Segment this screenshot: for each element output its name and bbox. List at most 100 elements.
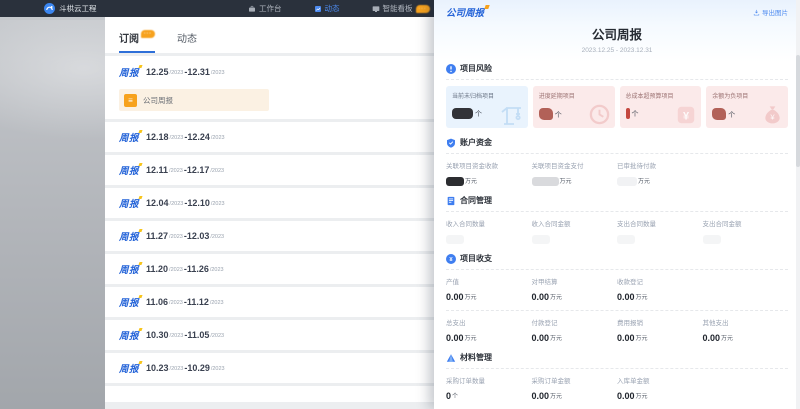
report-doc-icon: ≡ bbox=[124, 94, 137, 107]
company-report-entry[interactable]: ≡ 公司周报 bbox=[119, 89, 269, 111]
export-icon bbox=[753, 9, 760, 16]
section-project-risk: 项目风险 当前未归档项目 个 进度延期项目 个 总成本超预算项目 个 ¥ 余额为… bbox=[446, 63, 788, 128]
stat: 关联项目资金支付 万元 bbox=[532, 160, 618, 186]
redacted-value bbox=[712, 108, 726, 120]
section-material-management: 材料管理 采购订单数量 0个 采购订单金额 0.00万元 入库单金额 0.00万… bbox=[446, 352, 788, 401]
list-item[interactable]: 周报 12.04/2023 - 12.10/2023 bbox=[105, 188, 434, 218]
divider bbox=[446, 310, 788, 311]
nav-smartboard-label: 智能看板 bbox=[383, 3, 413, 14]
feed-tabs: 订阅 ··· 动态 bbox=[105, 17, 434, 53]
stat: 付款登记 0.00万元 bbox=[532, 317, 618, 343]
export-image-label: 导出图片 bbox=[762, 7, 788, 17]
risk-card-delayed: 进度延期项目 个 bbox=[533, 86, 615, 128]
weekly-tag: 周报 bbox=[119, 295, 139, 309]
weekly-tag: 周报 bbox=[119, 163, 139, 177]
company-weekly-report-panel: 公司周报 导出图片 公司周报 2023.12.25 - 2023.12.31 项… bbox=[434, 0, 800, 409]
section-title: 账户资金 bbox=[460, 137, 492, 148]
divider bbox=[446, 269, 788, 270]
nav-smartboard-badge: ··· bbox=[416, 5, 430, 13]
stat: 支出合同数量 bbox=[617, 218, 703, 244]
stat: 采购订单数量 0个 bbox=[446, 375, 532, 401]
redacted-value bbox=[703, 235, 721, 244]
briefcase-icon bbox=[248, 5, 256, 13]
scrollbar-track[interactable] bbox=[796, 0, 800, 409]
income-coin-icon: ¥ bbox=[446, 254, 456, 264]
tab-subscribe-badge: ··· bbox=[141, 30, 155, 38]
report-title: 公司周报 bbox=[434, 24, 800, 43]
weekly-tag: 周报 bbox=[119, 130, 139, 144]
redacted-value bbox=[452, 108, 473, 119]
redacted-value bbox=[446, 177, 464, 186]
date-range: 11.06/2023 - 11.12/2023 bbox=[146, 297, 225, 307]
scrollbar-thumb[interactable] bbox=[796, 55, 800, 167]
crane-icon bbox=[500, 102, 524, 126]
material-pyramid-icon bbox=[446, 353, 456, 363]
weekly-tag: 周报 bbox=[119, 361, 139, 375]
stat: 费用报销 0.00万元 bbox=[617, 317, 703, 343]
redacted-value bbox=[539, 108, 553, 120]
export-image-button[interactable]: 导出图片 bbox=[753, 7, 788, 17]
section-title: 项目收支 bbox=[460, 253, 492, 264]
stat: 收入合同金额 bbox=[532, 218, 618, 244]
stat: 其他支出 0.00万元 bbox=[703, 317, 789, 343]
shield-icon bbox=[446, 138, 456, 148]
brand: 斗栱云工程 bbox=[44, 3, 97, 14]
stat: 已审批待付款 万元 bbox=[617, 160, 703, 186]
section-title: 项目风险 bbox=[460, 63, 492, 74]
stat: 关联项目资金收款 万元 bbox=[446, 160, 532, 186]
redacted-value bbox=[532, 235, 550, 244]
list-item[interactable]: 周报 12.11/2023 - 12.17/2023 bbox=[105, 155, 434, 185]
company-report-label: 公司周报 bbox=[143, 95, 173, 106]
section-project-income: ¥ 项目收支 产值 0.00万元 对甲结算 0.00万元 收款登记 0.00万元… bbox=[446, 253, 788, 343]
money-bag-icon: ¥ bbox=[761, 103, 784, 126]
stat: 总支出 0.00万元 bbox=[446, 317, 532, 343]
list-item-partial[interactable] bbox=[105, 386, 434, 402]
risk-card-unarchived: 当前未归档项目 个 bbox=[446, 86, 528, 128]
tab-subscribe[interactable]: 订阅 ··· bbox=[119, 30, 155, 53]
weekly-tag: 周报 bbox=[119, 196, 139, 210]
redacted-value bbox=[532, 177, 559, 186]
nav-activity-label: 动态 bbox=[325, 3, 340, 14]
brand-logo-icon bbox=[44, 3, 55, 14]
nav-activity[interactable]: 动态 bbox=[314, 3, 340, 14]
nav-workbench-label: 工作台 bbox=[259, 3, 282, 14]
list-item[interactable]: 周报 10.23/2023 - 10.29/2023 bbox=[105, 353, 434, 383]
risk-card-negative-balance: 余额为负项目 个 ¥ bbox=[706, 86, 788, 128]
section-account-funds: 账户资金 关联项目资金收款 万元 关联项目资金支付 万元 已审批待付款 万元 bbox=[446, 137, 788, 186]
list-item[interactable]: 周报 10.30/2023 - 11.05/2023 bbox=[105, 320, 434, 350]
redacted-value bbox=[617, 235, 635, 244]
list-item[interactable]: 周报 12.18/2023 - 12.24/2023 bbox=[105, 122, 434, 152]
stat: 支出合同金额 bbox=[703, 218, 789, 244]
date-range: 12.25/2023 - 12.31/2023 bbox=[146, 67, 226, 77]
svg-text:¥: ¥ bbox=[683, 111, 690, 123]
stat: 采购订单金额 0.00万元 bbox=[532, 375, 618, 401]
weekly-tag: 周报 bbox=[119, 65, 139, 79]
list-item-expanded[interactable]: 周报 12.25/2023 - 12.31/2023 ≡ 公司周报 bbox=[105, 56, 434, 119]
tab-activity-label: 动态 bbox=[177, 30, 197, 45]
redacted-value bbox=[617, 177, 637, 186]
nav-smartboard[interactable]: 智能看板 ··· bbox=[372, 3, 430, 14]
weekly-tag: 周报 bbox=[119, 229, 139, 243]
section-contract-management: 合同管理 收入合同数量 收入合同金额 支出合同数量 支出合同金额 bbox=[446, 195, 788, 244]
report-header-tag: 公司周报 bbox=[446, 5, 484, 19]
tab-subscribe-label: 订阅 bbox=[119, 30, 139, 45]
yuan-icon: ¥ bbox=[675, 104, 697, 126]
weekly-tag: 周报 bbox=[119, 328, 139, 342]
feed-panel: 订阅 ··· 动态 周报 12.25/2023 - 12.31/2023 ≡ 公… bbox=[105, 17, 434, 409]
divider bbox=[446, 79, 788, 80]
brand-name: 斗栱云工程 bbox=[59, 3, 97, 14]
list-item[interactable]: 周报 11.27/2023 - 12.03/2023 bbox=[105, 221, 434, 251]
stat: 入库单金额 0.00万元 bbox=[617, 375, 703, 401]
divider bbox=[446, 153, 788, 154]
stat: 对甲结算 0.00万元 bbox=[532, 276, 618, 302]
nav-workbench[interactable]: 工作台 bbox=[248, 3, 282, 14]
list-item[interactable]: 周报 11.06/2023 - 11.12/2023 bbox=[105, 287, 434, 317]
report-date-range: 2023.12.25 - 2023.12.31 bbox=[434, 47, 800, 54]
monitor-icon bbox=[372, 5, 380, 13]
svg-text:¥: ¥ bbox=[770, 112, 775, 121]
redacted-value bbox=[626, 108, 630, 119]
list-item[interactable]: 周报 11.20/2023 - 11.26/2023 bbox=[105, 254, 434, 284]
stat: 收款登记 0.00万元 bbox=[617, 276, 703, 302]
tab-activity[interactable]: 动态 bbox=[177, 30, 197, 53]
date-range: 11.20/2023 - 11.26/2023 bbox=[146, 264, 225, 274]
